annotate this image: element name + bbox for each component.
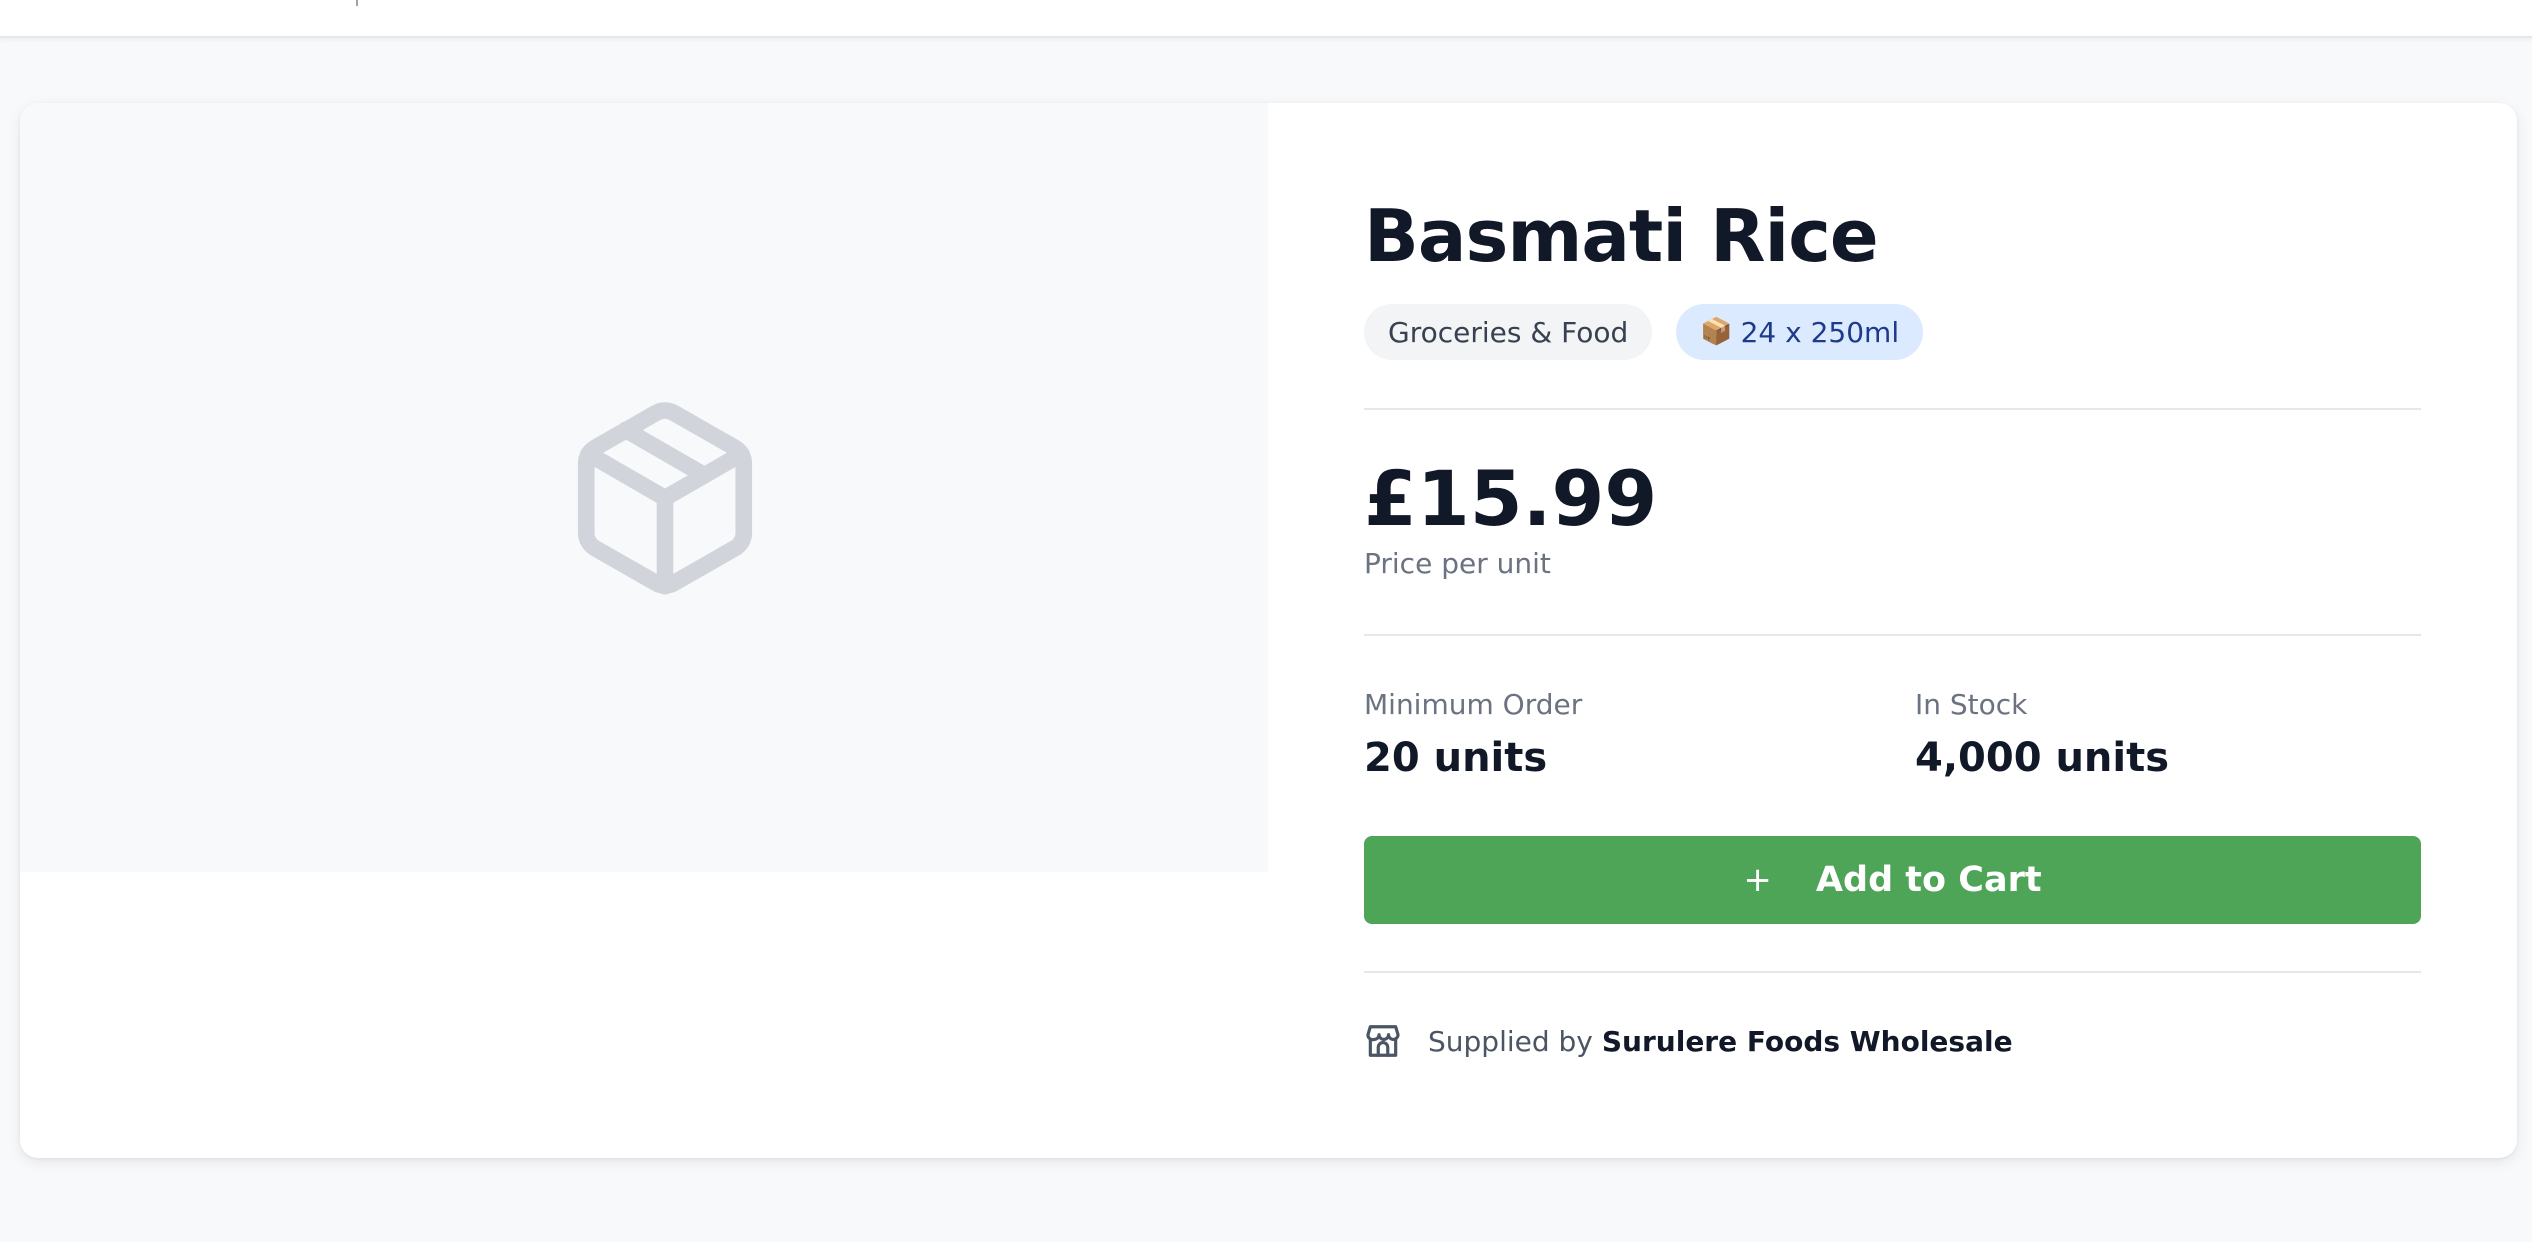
price-note: Price per unit [1364, 547, 1551, 580]
product-card: Basmati Rice Groceries & Food 📦 24 x 250… [20, 103, 2517, 1158]
minimum-order-value: 20 units [1364, 735, 1548, 781]
price-value: £15.99 [1364, 454, 1658, 543]
supplier-info: Supplied by Surulere Foods Wholesale [1364, 1021, 2013, 1061]
stock-level: In Stock 4,000 units [1915, 688, 2169, 781]
pack-size-label: 24 x 250ml [1740, 315, 1900, 349]
stock-value: 4,000 units [1915, 735, 2170, 781]
pack-size-badge: 📦 24 x 250ml [1676, 304, 1924, 360]
package-box-icon [577, 402, 753, 595]
product-badges: Groceries & Food 📦 24 x 250ml [1364, 304, 1924, 360]
divider [1364, 971, 2421, 973]
package-icon: 📦 [1700, 317, 1733, 347]
breadcrumb-separator [356, 0, 358, 6]
stock-label: In Stock [1915, 688, 2028, 721]
supplier-prefix: Supplied by [1428, 1024, 1593, 1058]
minimum-order-label: Minimum Order [1364, 688, 1583, 721]
product-image-placeholder [20, 103, 1268, 872]
plus-icon: + [1743, 860, 1772, 900]
supplier-name: Surulere Foods Wholesale [1601, 1024, 2013, 1058]
divider [1364, 408, 2421, 410]
divider [1364, 634, 2421, 636]
add-to-cart-button[interactable]: + Add to Cart [1364, 836, 2421, 924]
add-to-cart-label: Add to Cart [1815, 860, 2042, 900]
product-title: Basmati Rice [1364, 194, 1879, 278]
category-badge: Groceries & Food [1364, 304, 1653, 360]
top-nav-bar [0, 0, 2532, 38]
minimum-order: Minimum Order 20 units [1364, 688, 1582, 781]
store-icon [1366, 1025, 1400, 1057]
